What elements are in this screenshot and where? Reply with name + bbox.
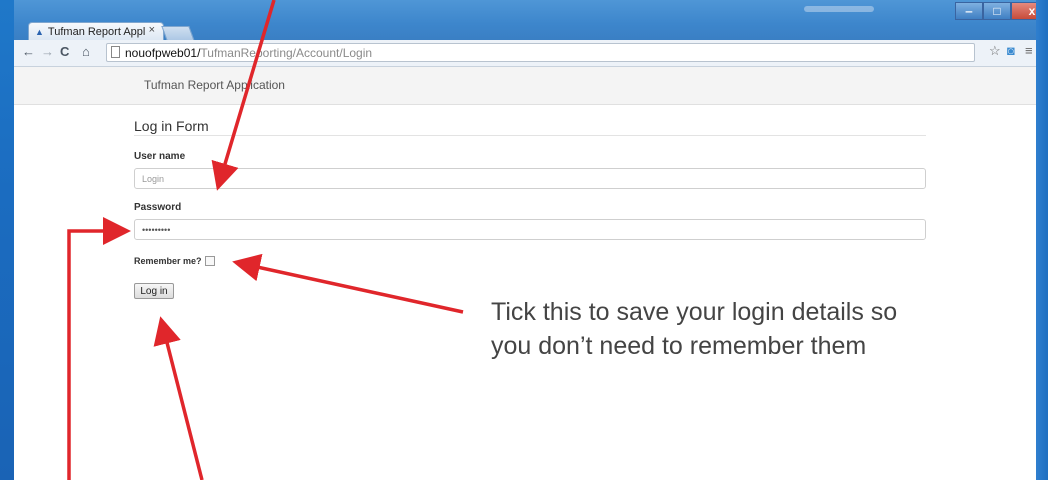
arrow-to-login-button bbox=[153, 316, 204, 480]
annotation-arrows bbox=[67, 0, 464, 480]
arrow-to-remember-checkbox bbox=[232, 253, 464, 314]
arrow-to-username bbox=[211, 0, 276, 191]
arrow-to-password bbox=[67, 217, 131, 480]
